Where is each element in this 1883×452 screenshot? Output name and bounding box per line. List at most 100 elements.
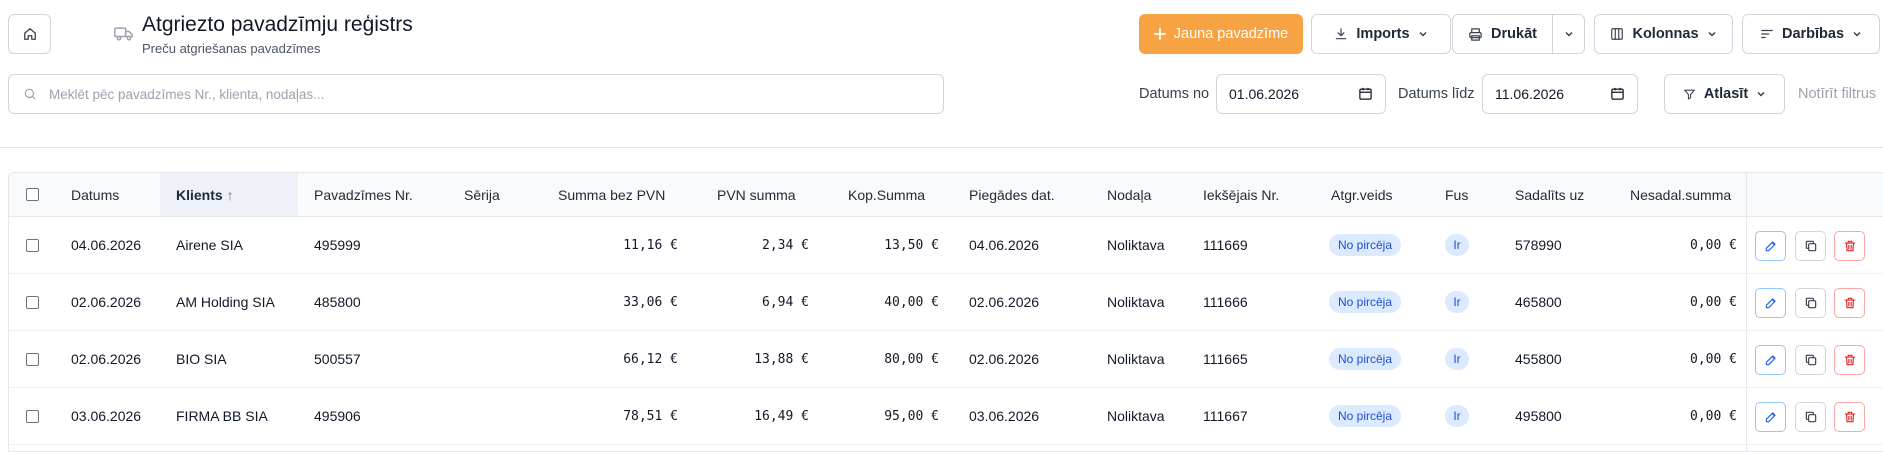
cell-sum-net: 78,51 € xyxy=(623,409,678,424)
delete-button[interactable] xyxy=(1834,231,1865,261)
delete-button[interactable] xyxy=(1834,345,1865,375)
copy-button[interactable] xyxy=(1795,402,1826,432)
cell-invoice-no: 495906 xyxy=(314,408,361,424)
col-invoice-no[interactable]: Pavadzīmes Nr. xyxy=(314,187,413,203)
clear-filters-link[interactable]: Notīrīt filtrus xyxy=(1798,86,1876,102)
copy-button[interactable] xyxy=(1795,345,1826,375)
col-client[interactable]: Klients ↑ xyxy=(176,187,234,203)
cell-split-to: 578990 xyxy=(1515,237,1562,253)
chevron-down-icon xyxy=(1757,91,1765,97)
table-header: Datums Klients ↑ Pavadzīmes Nr. Sērija S… xyxy=(9,173,1883,217)
row-checkbox[interactable] xyxy=(26,239,39,252)
cell-total: 80,00 € xyxy=(884,352,939,367)
page-header: Atgriezto pavadzīmju reģistrs Preču atgr… xyxy=(0,0,1883,148)
columns-label: Kolonnas xyxy=(1632,26,1699,42)
cell-internal-no: 111669 xyxy=(1203,237,1248,253)
cell-department: Noliktava xyxy=(1107,351,1165,367)
chevron-down-icon xyxy=(1853,31,1861,37)
actions-button[interactable]: Darbības xyxy=(1742,14,1880,54)
cell-delivery-date: 02.06.2026 xyxy=(969,294,1040,310)
cell-date: 04.06.2026 xyxy=(71,237,142,253)
filter-button[interactable]: Atlasīt xyxy=(1664,74,1785,114)
table-row[interactable]: 03.06.2026 FIRMA BB SIA 495906 78,51 € 16,49… xyxy=(9,388,1883,445)
copy-button[interactable] xyxy=(1795,231,1826,261)
delete-button[interactable] xyxy=(1834,288,1865,318)
col-sum-net[interactable]: Summa bez PVN xyxy=(558,187,665,203)
calendar-icon[interactable] xyxy=(1358,86,1373,101)
col-split-to[interactable]: Sadalīts uz xyxy=(1515,187,1584,203)
col-internal-no[interactable]: Iekšējais Nr. xyxy=(1203,187,1279,203)
cell-split-to: 455800 xyxy=(1515,351,1562,367)
col-department[interactable]: Nodaļa xyxy=(1107,187,1151,203)
columns-button[interactable]: Kolonnas xyxy=(1594,14,1733,54)
return-type-badge: No pircēja xyxy=(1329,348,1402,370)
delete-button[interactable] xyxy=(1834,402,1865,432)
cell-total: 95,00 € xyxy=(884,409,939,424)
row-checkbox[interactable] xyxy=(26,410,39,423)
cell-department: Noliktava xyxy=(1107,408,1165,424)
cell-client: FIRMA BB SIA xyxy=(176,408,268,424)
date-to-input[interactable]: 11.06.2026 xyxy=(1482,74,1638,114)
trash-icon xyxy=(1844,411,1855,423)
pencil-icon xyxy=(1765,241,1776,252)
col-undistributed[interactable]: Nesadal.summa xyxy=(1630,187,1731,203)
col-return-type[interactable]: Atgr.veids xyxy=(1331,187,1392,203)
return-type-badge: No pircēja xyxy=(1329,405,1402,427)
search-input[interactable] xyxy=(49,75,929,113)
calendar-icon[interactable] xyxy=(1610,86,1625,101)
list-filter-icon xyxy=(1761,29,1773,39)
row-checkbox[interactable] xyxy=(26,296,39,309)
actions-label: Darbības xyxy=(1781,26,1845,42)
cell-split-to: 465800 xyxy=(1515,294,1562,310)
cell-invoice-no: 485800 xyxy=(314,294,361,310)
search-icon xyxy=(24,88,36,100)
import-button[interactable]: Imports xyxy=(1311,14,1451,54)
import-label: Imports xyxy=(1356,26,1410,42)
cell-delivery-date: 02.06.2026 xyxy=(969,351,1040,367)
new-invoice-button[interactable]: Jauna pavadzīme xyxy=(1139,14,1303,54)
edit-button[interactable] xyxy=(1755,345,1786,375)
edit-button[interactable] xyxy=(1755,288,1786,318)
cell-client: Airene SIA xyxy=(176,237,243,253)
cell-date: 03.06.2026 xyxy=(71,408,142,424)
cell-internal-no: 111665 xyxy=(1203,351,1248,367)
col-date[interactable]: Datums xyxy=(71,187,119,203)
fus-badge: Ir xyxy=(1445,405,1469,427)
table-row[interactable]: 02.06.2026 BIO SIA 500557 66,12 € 13,88 € 80,… xyxy=(9,331,1883,388)
cell-undistributed: 0,00 € xyxy=(1690,295,1737,310)
page-title: Atgriezto pavadzīmju reģistrs xyxy=(142,13,413,36)
filter-icon xyxy=(1683,89,1695,99)
cell-client: AM Holding SIA xyxy=(176,294,275,310)
cell-delivery-date: 03.06.2026 xyxy=(969,408,1040,424)
cell-vat: 6,94 € xyxy=(762,295,809,310)
col-vat[interactable]: PVN summa xyxy=(717,187,796,203)
cell-internal-no: 111667 xyxy=(1203,408,1248,424)
date-from-label: Datums no xyxy=(1139,86,1210,102)
print-options-button[interactable] xyxy=(1552,14,1585,54)
edit-button[interactable] xyxy=(1755,231,1786,261)
copy-button[interactable] xyxy=(1795,288,1826,318)
select-all-checkbox[interactable] xyxy=(26,188,39,201)
cell-undistributed: 0,00 € xyxy=(1690,409,1737,424)
print-button[interactable]: Drukāt xyxy=(1452,14,1553,54)
cell-vat: 13,88 € xyxy=(754,352,809,367)
home-button[interactable] xyxy=(8,14,51,54)
table-row[interactable]: 02.06.2026 AM Holding SIA 485800 33,06 € 6,9… xyxy=(9,274,1883,331)
filter-label: Atlasīt xyxy=(1703,86,1749,102)
printer-icon xyxy=(1469,27,1482,41)
pencil-icon xyxy=(1765,355,1776,366)
col-fus[interactable]: Fus xyxy=(1445,187,1468,203)
col-series[interactable]: Sērija xyxy=(464,187,500,203)
row-checkbox[interactable] xyxy=(26,353,39,366)
edit-button[interactable] xyxy=(1755,402,1786,432)
cell-delivery-date: 04.06.2026 xyxy=(969,237,1040,253)
date-from-value: 01.06.2026 xyxy=(1229,86,1300,102)
date-to-value: 11.06.2026 xyxy=(1495,86,1565,102)
copy-icon xyxy=(1805,411,1816,423)
table-row[interactable]: 04.06.2026 Airene SIA 495999 11,16 € 2,34 € 1… xyxy=(9,217,1883,274)
cell-sum-net: 66,12 € xyxy=(623,352,678,367)
col-delivery-date[interactable]: Piegādes dat. xyxy=(969,187,1055,203)
fus-badge: Ir xyxy=(1445,234,1469,256)
date-from-input[interactable]: 01.06.2026 xyxy=(1216,74,1386,114)
col-total[interactable]: Kop.Summa xyxy=(848,187,925,203)
